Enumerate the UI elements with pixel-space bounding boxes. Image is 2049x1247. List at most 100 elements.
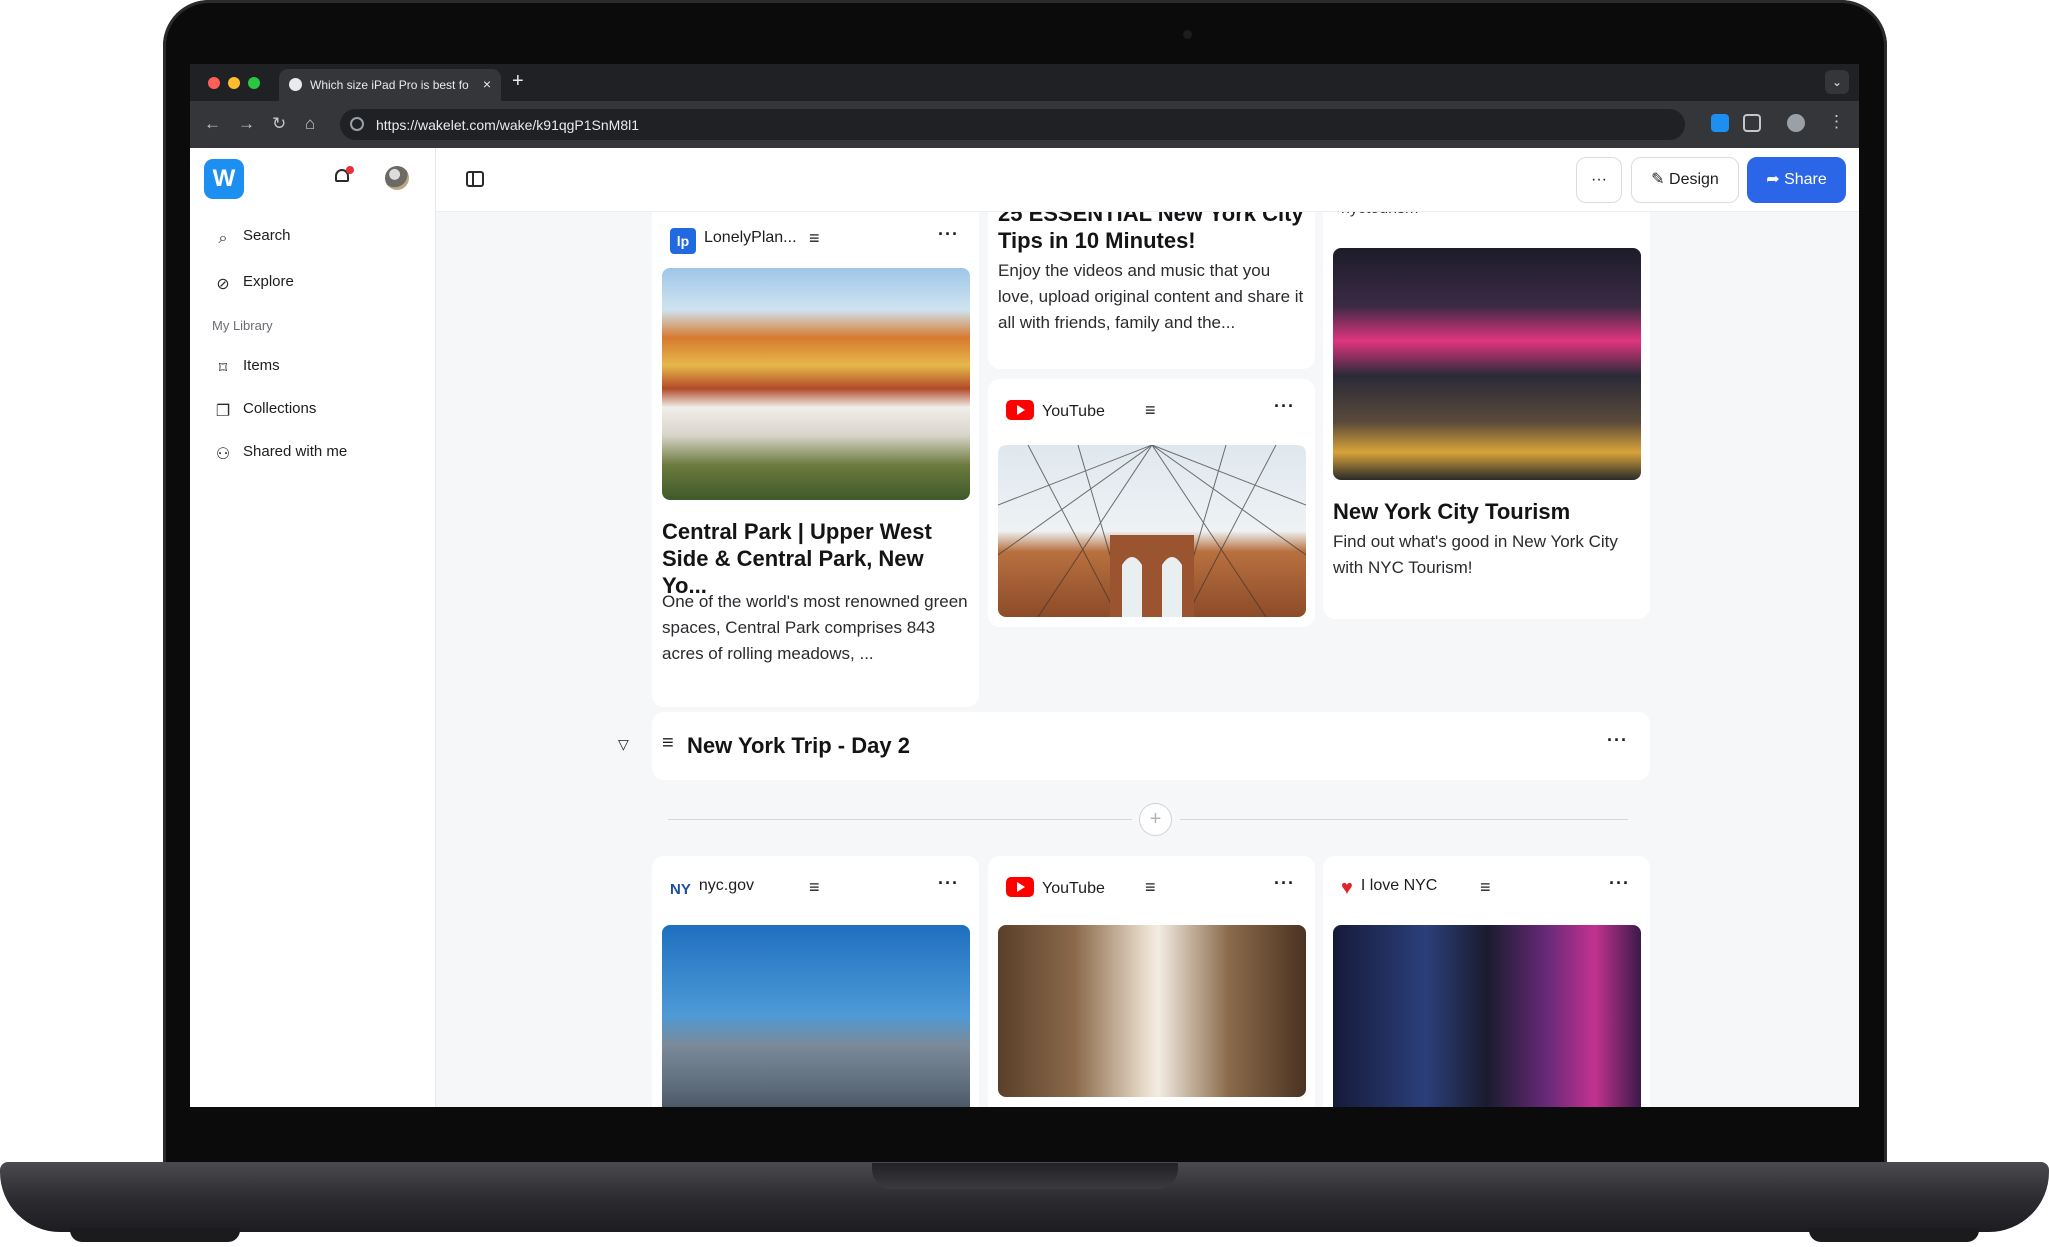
sidebar: W ⌕ Search ⊘ Explore My Library ⌑ Items ❐ Co… bbox=[190, 148, 436, 1107]
card-nycgov[interactable]: NY nyc.gov ≡ ··· bbox=[652, 856, 979, 1107]
laptop-foot-left bbox=[70, 1228, 240, 1242]
divider-left bbox=[668, 819, 1132, 820]
browser-tab-bar: Which size iPad Pro is best fo × + ⌄ bbox=[190, 64, 1859, 101]
avatar[interactable] bbox=[385, 166, 409, 190]
drag-handle-icon[interactable]: ≡ bbox=[809, 877, 820, 898]
laptop-foot-right bbox=[1809, 1228, 1979, 1242]
wakelet-app: W ⌕ Search ⊘ Explore My Library ⌑ Items ❐ Co… bbox=[190, 148, 1859, 1107]
drag-handle-icon[interactable]: ≡ bbox=[809, 228, 820, 249]
collection-topbar: ··· ✎ Design ➦ Share bbox=[436, 148, 1859, 212]
card-ilovenyc[interactable]: ♥ I love NYC ≡ ··· bbox=[1323, 856, 1650, 1107]
bookmark-icon: ⌑ bbox=[218, 360, 228, 377]
lonelyplanet-logo-icon: lp bbox=[670, 228, 696, 254]
card-source: YouTube bbox=[1006, 877, 1105, 898]
card-title: New York City Tourism bbox=[1333, 499, 1571, 524]
close-window-button[interactable] bbox=[208, 77, 220, 89]
tab-favicon-icon bbox=[289, 78, 302, 91]
pencil-icon: ✎ bbox=[1651, 171, 1670, 188]
card-more-icon[interactable]: ··· bbox=[1609, 873, 1630, 894]
heart-icon: ♥ bbox=[1341, 877, 1353, 899]
notification-bell-icon[interactable] bbox=[332, 166, 354, 188]
card-nyctourism[interactable]: nyctourism New York City Tourism Find ou… bbox=[1323, 212, 1650, 619]
card-more-icon[interactable]: ··· bbox=[1274, 873, 1295, 894]
tab-close-icon[interactable]: × bbox=[483, 76, 491, 92]
people-icon: ⚇ bbox=[215, 446, 231, 463]
manhattan-skyline-image bbox=[662, 925, 970, 1107]
url-text: https://wakelet.com/wake/k91qgP1SnM8l1 bbox=[376, 117, 640, 133]
browser-menu-icon[interactable]: ⋮ bbox=[1828, 112, 1845, 132]
site-info-icon[interactable] bbox=[350, 117, 364, 131]
section-header[interactable]: ≡ New York Trip - Day 2 ··· bbox=[652, 712, 1650, 780]
card-source: NY nyc.gov bbox=[670, 877, 754, 898]
share-label: Share bbox=[1784, 171, 1827, 188]
collections-icon: ❐ bbox=[215, 403, 231, 420]
card-source: nyctourism bbox=[1341, 212, 1418, 218]
toggle-sidebar-icon[interactable] bbox=[466, 171, 484, 187]
section-more-icon[interactable]: ··· bbox=[1607, 730, 1628, 751]
reload-icon[interactable]: ↻ bbox=[272, 114, 286, 134]
camera bbox=[1183, 30, 1192, 39]
card-lonelyplanet[interactable]: lp LonelyPlan... ≡ ··· Central Park | Upp… bbox=[652, 212, 979, 707]
card-description: Find out what's good in New York City wi… bbox=[1333, 532, 1618, 577]
section-drag-handle-icon[interactable]: ≡ bbox=[662, 732, 674, 755]
card-description: One of the world's most renowned green s… bbox=[662, 592, 968, 663]
times-square-image bbox=[1333, 248, 1641, 480]
wakelet-logo[interactable]: W bbox=[204, 159, 244, 199]
sidebar-item-search[interactable]: ⌕ Search bbox=[215, 227, 291, 247]
address-bar[interactable]: https://wakelet.com/wake/k91qgP1SnM8l1 bbox=[340, 109, 1685, 140]
zoom-window-button[interactable] bbox=[248, 77, 260, 89]
new-tab-button[interactable]: + bbox=[512, 70, 524, 93]
youtube-logo-icon bbox=[1006, 877, 1034, 897]
card-title: Central Park | Upper West Side & Central… bbox=[662, 519, 932, 598]
sidebar-item-label: Items bbox=[243, 357, 280, 374]
home-icon[interactable]: ⌂ bbox=[305, 114, 315, 134]
laptop-notch bbox=[872, 1163, 1178, 1189]
card-source: YouTube bbox=[1006, 400, 1105, 421]
browser-tab[interactable]: Which size iPad Pro is best fo × bbox=[279, 69, 501, 101]
card-more-icon[interactable]: ··· bbox=[1274, 396, 1295, 417]
drag-handle-icon[interactable]: ≡ bbox=[1145, 400, 1156, 421]
sidebar-item-shared[interactable]: ⚇ Shared with me bbox=[215, 443, 347, 463]
card-description: Enjoy the videos and music that you love… bbox=[998, 261, 1304, 332]
card-youtube-bridge[interactable]: YouTube ≡ ··· bbox=[988, 379, 1315, 627]
browser-toolbar: ← → ↻ ⌂ https://wakelet.com/wake/k91qgP1… bbox=[190, 101, 1859, 148]
neon-night-street-image bbox=[1333, 925, 1641, 1107]
back-icon[interactable]: ← bbox=[204, 114, 221, 134]
profile-icon[interactable] bbox=[1787, 114, 1805, 132]
sidebar-item-explore[interactable]: ⊘ Explore bbox=[215, 273, 294, 293]
design-button[interactable]: ✎ Design bbox=[1631, 157, 1739, 203]
card-source: ♥ I love NYC bbox=[1341, 877, 1438, 899]
sidebar-item-label: Explore bbox=[243, 273, 294, 290]
brooklyn-bridge-image bbox=[998, 445, 1306, 617]
more-options-button[interactable]: ··· bbox=[1576, 157, 1622, 203]
sidebar-item-collections[interactable]: ❐ Collections bbox=[215, 400, 317, 420]
screen: Which size iPad Pro is best fo × + ⌄ ← →… bbox=[190, 64, 1859, 1107]
card-title: 25 ESSENTIAL New York City Tips in 10 Mi… bbox=[998, 212, 1304, 253]
search-icon: ⌕ bbox=[218, 230, 228, 247]
share-button[interactable]: ➦ Share bbox=[1747, 157, 1846, 203]
notification-dot bbox=[346, 166, 354, 174]
drag-handle-icon[interactable]: ≡ bbox=[1480, 877, 1491, 898]
share-icon: ➦ bbox=[1766, 171, 1785, 188]
card-more-icon[interactable]: ··· bbox=[938, 224, 959, 245]
card-more-icon[interactable]: ··· bbox=[938, 873, 959, 894]
my-library-label: My Library bbox=[212, 318, 273, 333]
card-youtube-essential[interactable]: 25 ESSENTIAL New York City Tips in 10 Mi… bbox=[988, 212, 1315, 369]
wakelet-extension-icon[interactable] bbox=[1711, 114, 1729, 132]
drag-handle-icon[interactable]: ≡ bbox=[1145, 877, 1156, 898]
minimize-window-button[interactable] bbox=[228, 77, 240, 89]
extensions-icon[interactable] bbox=[1743, 114, 1761, 132]
forward-icon[interactable]: → bbox=[238, 114, 255, 134]
central-park-image bbox=[662, 268, 970, 500]
card-source: lp LonelyPlan... bbox=[670, 228, 797, 254]
section-title: New York Trip - Day 2 bbox=[687, 733, 910, 758]
collapse-section-icon[interactable]: ▽ bbox=[618, 736, 629, 753]
bridge-cables-illustration bbox=[998, 445, 1306, 617]
card-youtube-street[interactable]: YouTube ≡ ··· bbox=[988, 856, 1315, 1107]
sidebar-item-items[interactable]: ⌑ Items bbox=[215, 357, 280, 377]
collection-content: lp LonelyPlan... ≡ ··· Central Park | Upp… bbox=[436, 212, 1859, 1107]
tab-search-button[interactable]: ⌄ bbox=[1825, 70, 1849, 94]
compass-icon: ⊘ bbox=[216, 276, 230, 293]
nycgov-logo-icon: NY bbox=[670, 881, 691, 898]
add-item-button[interactable]: + bbox=[1139, 803, 1172, 836]
